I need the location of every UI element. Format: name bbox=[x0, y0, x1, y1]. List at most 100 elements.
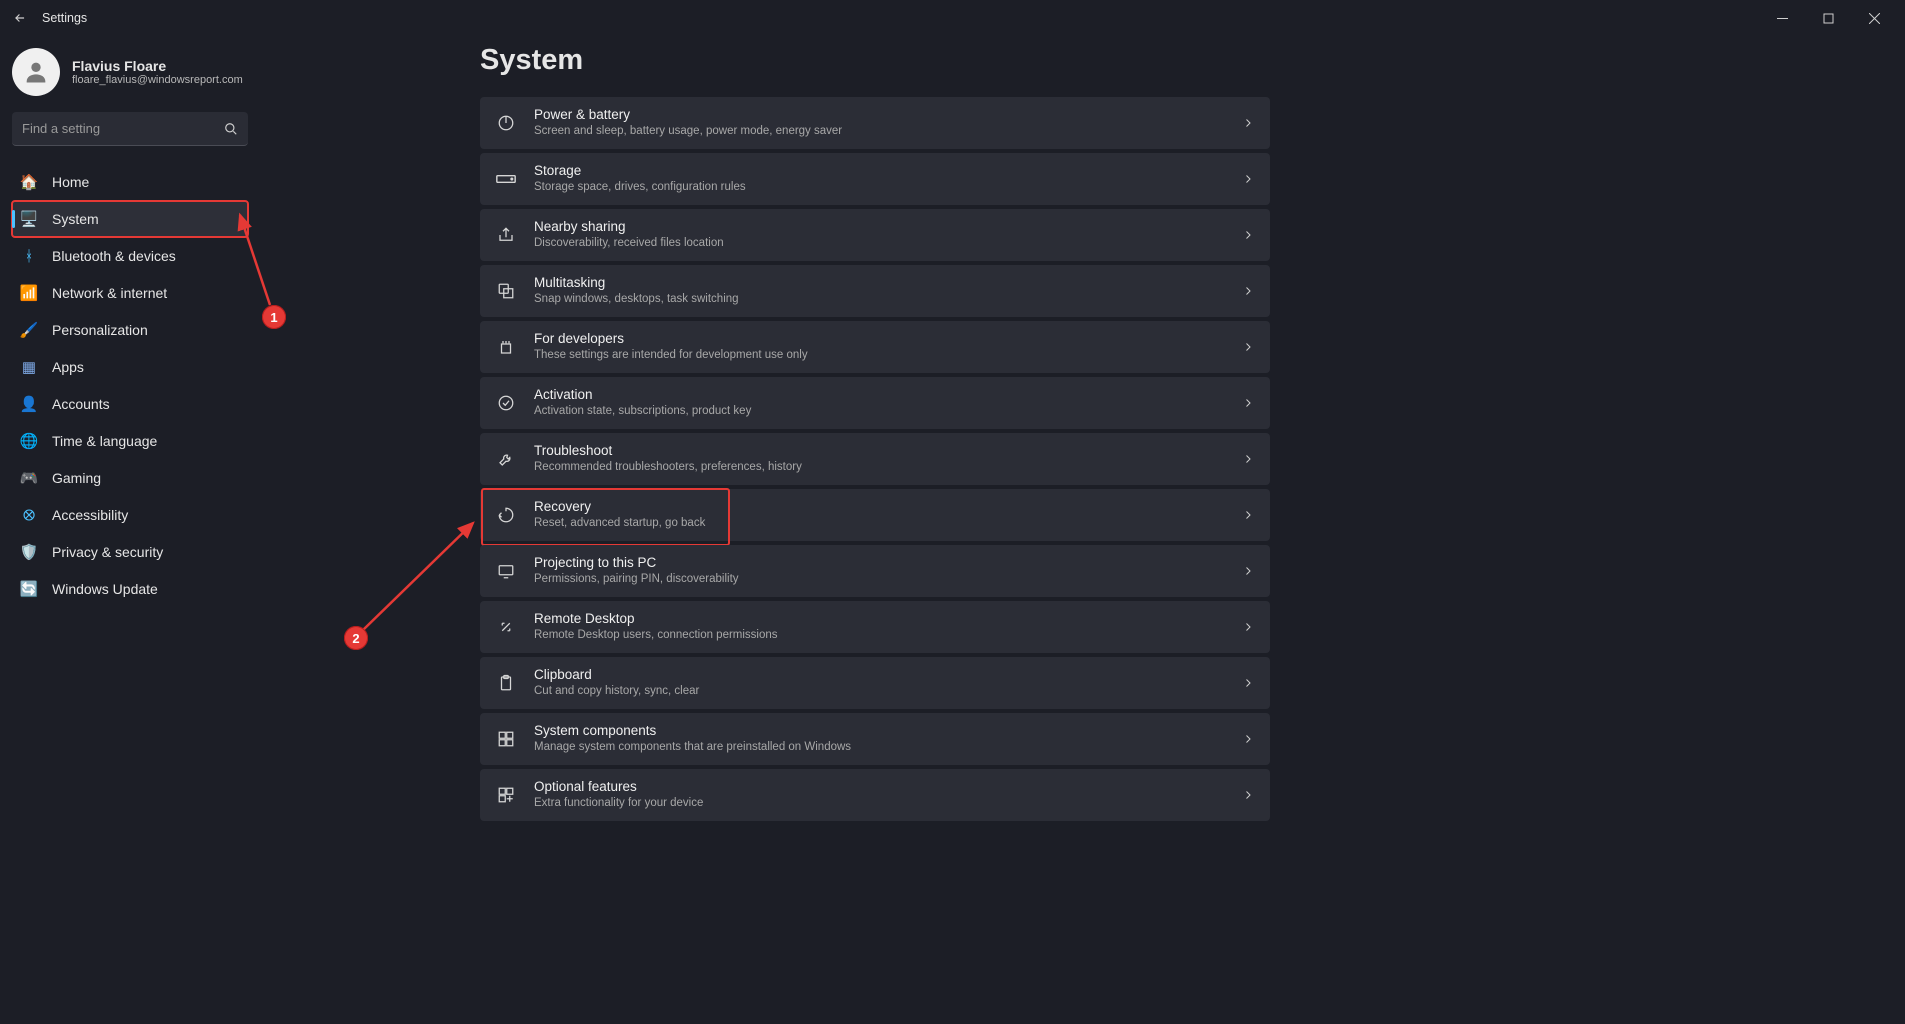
projecting-icon bbox=[496, 561, 516, 581]
card-subtitle: Remote Desktop users, connection permiss… bbox=[534, 628, 778, 642]
personalization-icon: 🖌️ bbox=[20, 321, 38, 339]
settings-card-developers[interactable]: For developers These settings are intend… bbox=[480, 321, 1270, 373]
recovery-icon bbox=[496, 505, 516, 525]
settings-card-nearby[interactable]: Nearby sharing Discoverability, received… bbox=[480, 209, 1270, 261]
card-subtitle: Storage space, drives, configuration rul… bbox=[534, 180, 746, 194]
search-input[interactable] bbox=[22, 121, 224, 136]
settings-card-activation[interactable]: Activation Activation state, subscriptio… bbox=[480, 377, 1270, 429]
close-button[interactable] bbox=[1851, 2, 1897, 34]
minimize-button[interactable] bbox=[1759, 2, 1805, 34]
card-title: Optional features bbox=[534, 779, 703, 796]
chevron-right-icon bbox=[1242, 677, 1254, 689]
avatar bbox=[12, 48, 60, 96]
multitask-icon bbox=[496, 281, 516, 301]
sidebar-item-label: Bluetooth & devices bbox=[52, 248, 176, 264]
settings-card-clipboard[interactable]: Clipboard Cut and copy history, sync, cl… bbox=[480, 657, 1270, 709]
chevron-right-icon bbox=[1242, 509, 1254, 521]
card-title: Activation bbox=[534, 387, 751, 404]
card-subtitle: These settings are intended for developm… bbox=[534, 348, 808, 362]
profile-email: floare_flavius@windowsreport.com bbox=[72, 74, 243, 86]
settings-card-power[interactable]: Power & battery Screen and sleep, batter… bbox=[480, 97, 1270, 149]
chevron-right-icon bbox=[1242, 621, 1254, 633]
card-title: Clipboard bbox=[534, 667, 699, 684]
sidebar-item-time[interactable]: 🌐 Time & language bbox=[12, 423, 248, 459]
settings-card-projecting[interactable]: Projecting to this PC Permissions, pairi… bbox=[480, 545, 1270, 597]
card-title: Storage bbox=[534, 163, 746, 180]
sidebar-item-label: Accessibility bbox=[52, 507, 128, 523]
settings-card-components[interactable]: System components Manage system componen… bbox=[480, 713, 1270, 765]
accounts-icon: 👤 bbox=[20, 395, 38, 413]
sidebar-item-label: Network & internet bbox=[52, 285, 167, 301]
sidebar-item-label: Gaming bbox=[52, 470, 101, 486]
chevron-right-icon bbox=[1242, 285, 1254, 297]
sidebar-item-network[interactable]: 📶 Network & internet bbox=[12, 275, 248, 311]
optional-icon bbox=[496, 785, 516, 805]
card-title: Remote Desktop bbox=[534, 611, 778, 628]
profile[interactable]: Flavius Floare floare_flavius@windowsrep… bbox=[12, 48, 248, 96]
chevron-right-icon bbox=[1242, 733, 1254, 745]
card-subtitle: Manage system components that are preins… bbox=[534, 740, 851, 754]
back-button[interactable] bbox=[8, 6, 32, 30]
chevron-right-icon bbox=[1242, 453, 1254, 465]
sidebar-item-label: System bbox=[52, 211, 99, 227]
chevron-right-icon bbox=[1242, 565, 1254, 577]
sidebar-item-accounts[interactable]: 👤 Accounts bbox=[12, 386, 248, 422]
time-icon: 🌐 bbox=[20, 432, 38, 450]
nav-list: 🏠 Home🖥️ Systemᚼ Bluetooth & devices📶 Ne… bbox=[12, 164, 248, 607]
card-subtitle: Activation state, subscriptions, product… bbox=[534, 404, 751, 418]
sidebar-item-bluetooth[interactable]: ᚼ Bluetooth & devices bbox=[12, 238, 248, 274]
remote-icon bbox=[496, 617, 516, 637]
sidebar: Flavius Floare floare_flavius@windowsrep… bbox=[0, 36, 260, 1024]
chevron-right-icon bbox=[1242, 341, 1254, 353]
card-title: Recovery bbox=[534, 499, 705, 516]
card-subtitle: Screen and sleep, battery usage, power m… bbox=[534, 124, 842, 138]
settings-card-multitask[interactable]: Multitasking Snap windows, desktops, tas… bbox=[480, 265, 1270, 317]
page-title: System bbox=[480, 44, 1905, 77]
storage-icon bbox=[496, 169, 516, 189]
sidebar-item-apps[interactable]: ▦ Apps bbox=[12, 349, 248, 385]
maximize-button[interactable] bbox=[1805, 2, 1851, 34]
titlebar: Settings bbox=[0, 0, 1905, 36]
update-icon: 🔄 bbox=[20, 580, 38, 598]
sidebar-item-privacy[interactable]: 🛡️ Privacy & security bbox=[12, 534, 248, 570]
card-title: Power & battery bbox=[534, 107, 842, 124]
activation-icon bbox=[496, 393, 516, 413]
sidebar-item-label: Accounts bbox=[52, 396, 110, 412]
card-title: Troubleshoot bbox=[534, 443, 802, 460]
sidebar-item-system[interactable]: 🖥️ System bbox=[12, 201, 248, 237]
sidebar-item-label: Home bbox=[52, 174, 89, 190]
chevron-right-icon bbox=[1242, 789, 1254, 801]
card-subtitle: Snap windows, desktops, task switching bbox=[534, 292, 739, 306]
apps-icon: ▦ bbox=[20, 358, 38, 376]
card-title: Nearby sharing bbox=[534, 219, 724, 236]
annotation-badge-1: 1 bbox=[262, 305, 286, 329]
search-icon bbox=[224, 122, 238, 136]
card-title: Multitasking bbox=[534, 275, 739, 292]
sidebar-item-label: Privacy & security bbox=[52, 544, 163, 560]
settings-card-recovery[interactable]: Recovery Reset, advanced startup, go bac… bbox=[480, 489, 1270, 541]
sidebar-item-gaming[interactable]: 🎮 Gaming bbox=[12, 460, 248, 496]
window-controls bbox=[1759, 2, 1897, 34]
search-box[interactable] bbox=[12, 112, 248, 146]
chevron-right-icon bbox=[1242, 173, 1254, 185]
sidebar-item-accessibility[interactable]: ⭙ Accessibility bbox=[12, 497, 248, 533]
troubleshoot-icon bbox=[496, 449, 516, 469]
chevron-right-icon bbox=[1242, 117, 1254, 129]
card-subtitle: Cut and copy history, sync, clear bbox=[534, 684, 699, 698]
sidebar-item-personalization[interactable]: 🖌️ Personalization bbox=[12, 312, 248, 348]
card-subtitle: Discoverability, received files location bbox=[534, 236, 724, 250]
sidebar-item-update[interactable]: 🔄 Windows Update bbox=[12, 571, 248, 607]
power-icon bbox=[496, 113, 516, 133]
settings-card-troubleshoot[interactable]: Troubleshoot Recommended troubleshooters… bbox=[480, 433, 1270, 485]
chevron-right-icon bbox=[1242, 397, 1254, 409]
window-title: Settings bbox=[42, 11, 87, 25]
settings-card-remote[interactable]: Remote Desktop Remote Desktop users, con… bbox=[480, 601, 1270, 653]
clipboard-icon bbox=[496, 673, 516, 693]
settings-card-storage[interactable]: Storage Storage space, drives, configura… bbox=[480, 153, 1270, 205]
sidebar-item-home[interactable]: 🏠 Home bbox=[12, 164, 248, 200]
card-title: For developers bbox=[534, 331, 808, 348]
settings-list: Power & battery Screen and sleep, batter… bbox=[480, 97, 1270, 821]
sidebar-item-label: Apps bbox=[52, 359, 84, 375]
network-icon: 📶 bbox=[20, 284, 38, 302]
settings-card-optional[interactable]: Optional features Extra functionality fo… bbox=[480, 769, 1270, 821]
